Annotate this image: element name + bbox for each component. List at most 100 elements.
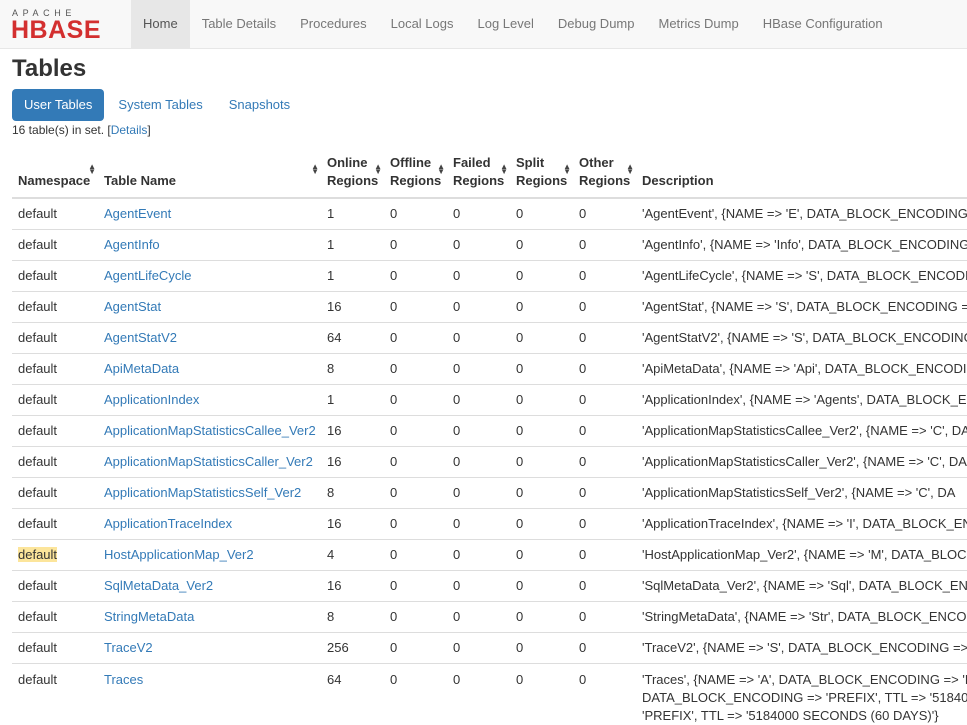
cell-offline-regions: 0 <box>384 321 447 353</box>
cell-online-regions: 16 <box>321 445 384 477</box>
table-name-link[interactable]: SqlMetaData_Ver2 <box>104 578 213 593</box>
cell-table-name: ApplicationIndex <box>98 383 321 415</box>
cell-description: 'AgentInfo', {NAME => 'Info', DATA_BLOCK… <box>636 228 967 260</box>
cell-namespace: default <box>12 383 98 415</box>
cell-namespace: default <box>12 569 98 601</box>
table-name-link[interactable]: AgentLifeCycle <box>104 268 191 283</box>
table-row: default StringMetaData 8 0 0 0 0 'String… <box>12 600 967 632</box>
namespace-value: default <box>18 205 58 221</box>
table-name-link[interactable]: AgentStat <box>104 299 161 314</box>
nav-log-level[interactable]: Log Level <box>466 0 546 49</box>
namespace-value: default <box>18 577 58 593</box>
col-header-split-regions[interactable]: Split Regions ▲ ▼ <box>510 150 573 199</box>
col-header-namespace[interactable]: Namespace ▲ ▼ <box>12 150 98 199</box>
cell-split-regions: 0 <box>510 445 573 477</box>
cell-failed-regions: 0 <box>447 321 510 353</box>
col-header-table-name[interactable]: Table Name ▲ ▼ <box>98 150 321 199</box>
table-name-link[interactable]: ApplicationMapStatisticsCaller_Ver2 <box>104 454 313 469</box>
nav-hbase-configuration[interactable]: HBase Configuration <box>751 0 895 49</box>
table-name-link[interactable]: TraceV2 <box>104 640 153 655</box>
description-line: 'Traces', {NAME => 'A', DATA_BLOCK_ENCOD… <box>642 671 967 687</box>
cell-split-regions: 0 <box>510 228 573 260</box>
cell-other-regions: 0 <box>573 445 636 477</box>
nav-debug-dump[interactable]: Debug Dump <box>546 0 647 49</box>
cell-table-name: ApplicationTraceIndex <box>98 507 321 539</box>
table-row: default AgentInfo 1 0 0 0 0 'AgentInfo',… <box>12 228 967 260</box>
cell-table-name: ApplicationMapStatisticsSelf_Ver2 <box>98 476 321 508</box>
table-name-link[interactable]: ApplicationIndex <box>104 392 199 407</box>
cell-split-regions: 0 <box>510 197 573 229</box>
cell-failed-regions: 0 <box>447 569 510 601</box>
cell-failed-regions: 0 <box>447 507 510 539</box>
cell-namespace: default <box>12 476 98 508</box>
page-title: Tables <box>12 55 87 82</box>
cell-namespace: default <box>12 352 98 384</box>
nav-home[interactable]: Home <box>131 0 190 49</box>
cell-online-regions: 256 <box>321 631 384 663</box>
col-header-failed-regions-label: Failed Regions <box>453 155 505 188</box>
cell-offline-regions: 0 <box>384 414 447 446</box>
cell-split-regions: 0 <box>510 352 573 384</box>
cell-description: 'ApplicationMapStatisticsCaller_Ver2', {… <box>636 445 967 477</box>
cell-split-regions: 0 <box>510 414 573 446</box>
tab-system-tables[interactable]: System Tables <box>106 89 214 121</box>
table-name-link[interactable]: ApplicationMapStatisticsSelf_Ver2 <box>104 485 301 500</box>
table-tabs: User Tables System Tables Snapshots <box>12 89 304 121</box>
cell-description: 'AgentStatV2', {NAME => 'S', DATA_BLOCK_… <box>636 321 967 353</box>
top-navbar: APACHE HBASE Home Table Details Procedur… <box>0 0 967 49</box>
cell-online-regions: 16 <box>321 290 384 322</box>
cell-table-name: AgentStat <box>98 290 321 322</box>
table-name-link[interactable]: ApplicationTraceIndex <box>104 516 232 531</box>
nav-metrics-dump[interactable]: Metrics Dump <box>647 0 751 49</box>
cell-description: 'AgentLifeCycle', {NAME => 'S', DATA_BLO… <box>636 259 967 291</box>
col-header-failed-regions[interactable]: Failed Regions ▲ ▼ <box>447 150 510 199</box>
namespace-value: default <box>18 671 58 687</box>
cell-online-regions: 16 <box>321 414 384 446</box>
table-header-row: Namespace ▲ ▼ Table Name ▲ ▼ Online Regions ▲… <box>12 150 967 199</box>
table-row: default ApplicationMapStatisticsSelf_Ver… <box>12 476 967 508</box>
hbase-logo[interactable]: APACHE HBASE <box>11 8 121 44</box>
namespace-value: default <box>18 484 58 500</box>
nav-local-logs[interactable]: Local Logs <box>379 0 466 49</box>
col-header-split-regions-label: Split Regions <box>516 155 568 188</box>
cell-description: 'AgentEvent', {NAME => 'E', DATA_BLOCK_E… <box>636 197 967 229</box>
sort-icon: ▲ ▼ <box>374 162 382 176</box>
col-header-description-label: Description <box>642 173 714 188</box>
cell-offline-regions: 0 <box>384 631 447 663</box>
namespace-value: default <box>18 515 58 531</box>
cell-other-regions: 0 <box>573 259 636 291</box>
cell-failed-regions: 0 <box>447 383 510 415</box>
cell-other-regions: 0 <box>573 290 636 322</box>
details-link[interactable]: Details <box>111 123 148 137</box>
user-tables-table: Namespace ▲ ▼ Table Name ▲ ▼ Online Regions ▲… <box>12 150 967 725</box>
table-name-link[interactable]: StringMetaData <box>104 609 194 624</box>
cell-split-regions: 0 <box>510 631 573 663</box>
cell-offline-regions: 0 <box>384 383 447 415</box>
cell-namespace: default <box>12 538 98 570</box>
cell-online-regions: 64 <box>321 321 384 353</box>
nav-table-details[interactable]: Table Details <box>190 0 288 49</box>
table-name-link[interactable]: ApplicationMapStatisticsCallee_Ver2 <box>104 423 316 438</box>
cell-failed-regions: 0 <box>447 259 510 291</box>
col-header-online-regions[interactable]: Online Regions ▲ ▼ <box>321 150 384 199</box>
sort-icon: ▲ ▼ <box>88 162 96 176</box>
table-name-link[interactable]: Traces <box>104 672 143 687</box>
table-name-link[interactable]: HostApplicationMap_Ver2 <box>104 547 254 562</box>
table-name-link[interactable]: AgentInfo <box>104 237 160 252</box>
cell-namespace: default <box>12 631 98 663</box>
table-name-link[interactable]: AgentStatV2 <box>104 330 177 345</box>
cell-offline-regions: 0 <box>384 662 447 725</box>
namespace-value-highlighted: default <box>18 546 58 562</box>
cell-description: 'ApplicationMapStatisticsCallee_Ver2', {… <box>636 414 967 446</box>
tab-snapshots[interactable]: Snapshots <box>217 89 302 121</box>
table-name-link[interactable]: ApiMetaData <box>104 361 179 376</box>
sort-icon: ▲ ▼ <box>500 162 508 176</box>
cell-online-regions: 16 <box>321 569 384 601</box>
table-name-link[interactable]: AgentEvent <box>104 206 171 221</box>
tab-user-tables[interactable]: User Tables <box>12 89 105 121</box>
col-header-offline-regions[interactable]: Offline Regions ▲ ▼ <box>384 150 447 199</box>
col-header-other-regions[interactable]: Other Regions ▲ ▼ <box>573 150 636 199</box>
table-row: default Traces 64 0 0 0 0 'Traces', {NAM… <box>12 662 967 725</box>
nav-procedures[interactable]: Procedures <box>288 0 378 49</box>
cell-other-regions: 0 <box>573 321 636 353</box>
